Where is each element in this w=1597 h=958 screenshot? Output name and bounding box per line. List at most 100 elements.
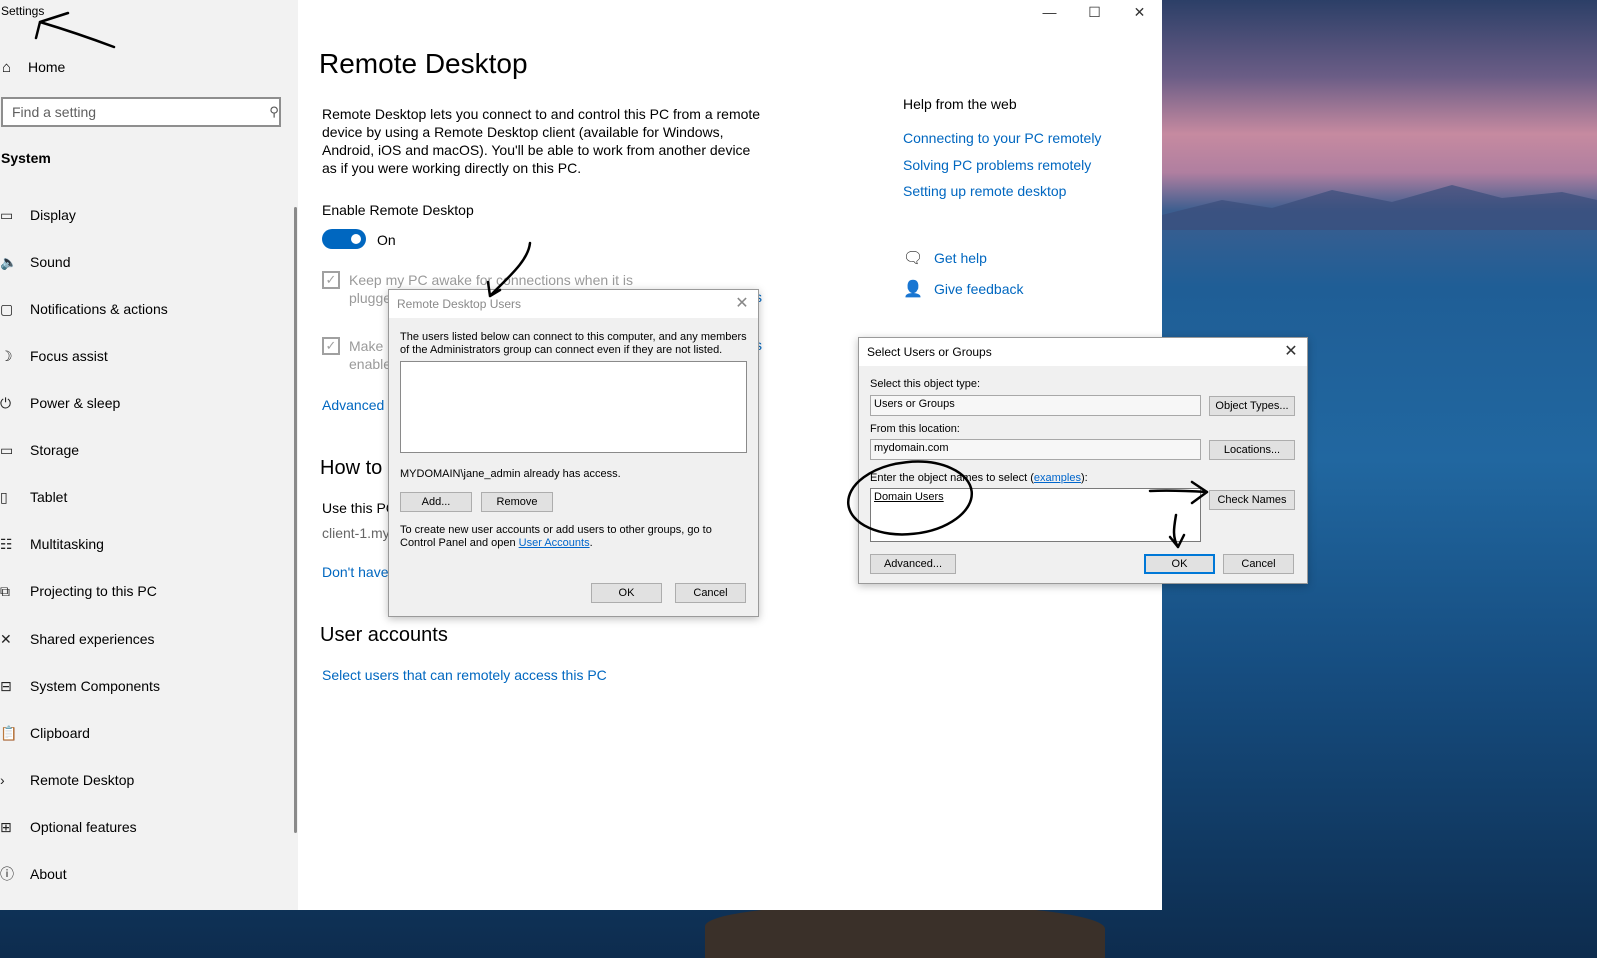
sidebar-item-sound[interactable]: 🔈 Sound (0, 251, 290, 273)
advanced-settings-link[interactable]: Advanced s (322, 397, 395, 413)
rdu-cancel-button[interactable]: Cancel (675, 583, 746, 603)
close-button[interactable]: ✕ (1117, 0, 1162, 24)
select-users-dialog: Select Users or Groups ✕ Select this obj… (858, 337, 1308, 584)
rdu-access-note: MYDOMAIN\jane_admin already has access. (400, 468, 621, 480)
select-users-link[interactable]: Select users that can remotely access th… (322, 667, 607, 683)
page-description: Remote Desktop lets you connect to and c… (322, 106, 761, 176)
sidebar-item-tablet[interactable]: ▯ Tablet (0, 486, 290, 508)
window-title: Settings (1, 4, 45, 18)
sidebar-item-focus-assist[interactable]: ☽ Focus assist (0, 345, 290, 367)
sidebar-item-label: Tablet (30, 489, 68, 505)
sidebar-item-storage[interactable]: ▭ Storage (0, 439, 290, 461)
chat-help-icon: 🗨 (903, 250, 924, 267)
sidebar-item-remote-desktop[interactable]: › Remote Desktop (0, 769, 290, 791)
sidebar-item-about[interactable]: ⓘ About (0, 863, 290, 885)
examples-link[interactable]: examples (1034, 472, 1081, 484)
discoverable-checkbox[interactable]: ✓ (322, 337, 340, 355)
sidebar-item-label: Multitasking (30, 536, 104, 552)
power-icon: ⏻ (0, 394, 12, 411)
names-label: Enter the object names to select (exampl… (870, 472, 1088, 485)
rdu-user-list[interactable] (400, 361, 747, 453)
page-title: Remote Desktop (319, 48, 528, 79)
sidebar: Settings ⌂ Home ⚲ System ▭ Display 🔈 Sound ▢… (0, 0, 298, 910)
sidebar-item-label: Notifications & actions (30, 301, 168, 317)
dont-have-link[interactable]: Don't have (322, 564, 389, 580)
home-icon: ⌂ (2, 58, 12, 76)
sidebar-item-label: Remote Desktop (30, 772, 135, 788)
rdu-footer-text: To create new user accounts or add users… (400, 524, 745, 550)
sidebar-item-label: Shared experiences (30, 631, 155, 647)
clipboard-icon: 📋 (0, 724, 18, 741)
keep-awake-checkbox[interactable]: ✓ (322, 271, 340, 289)
notification-icon: ▢ (0, 300, 14, 317)
remote-desktop-icon: › (0, 772, 5, 788)
sidebar-item-multitasking[interactable]: ☷ Multitasking (0, 533, 290, 555)
rdu-titlebar[interactable]: Remote Desktop Users ✕ (389, 290, 758, 318)
rdu-info-text: The users listed below can connect to th… (400, 331, 747, 356)
make-line1: Make (349, 338, 384, 354)
give-feedback-row[interactable]: 👤 Give feedback (903, 279, 1024, 299)
get-help-row[interactable]: 🗨 Get help (903, 248, 987, 268)
search-icon[interactable]: ⚲ (257, 104, 279, 120)
sidebar-item-notifications-actions[interactable]: ▢ Notifications & actions (0, 298, 290, 320)
sidebar-item-display[interactable]: ▭ Display (0, 204, 290, 226)
help-link-setting-up[interactable]: Setting up remote desktop (903, 183, 1066, 199)
use-this-pc-text: Use this PC (322, 500, 396, 516)
tablet-icon: ▯ (0, 488, 8, 505)
maximize-icon: ☐ (1088, 3, 1101, 20)
check-names-button[interactable]: Check Names (1209, 490, 1295, 510)
keep-awake-line1: Keep my PC awake for connections when it… (349, 272, 634, 288)
give-feedback-link[interactable]: Give feedback (934, 281, 1024, 297)
mountain-silhouette (1162, 185, 1597, 230)
minimize-button[interactable]: — (1027, 0, 1072, 24)
maximize-button[interactable]: ☐ (1072, 0, 1117, 24)
sidebar-item-power-sleep[interactable]: ⏻ Power & sleep (0, 392, 290, 414)
user-accounts-link[interactable]: User Accounts (519, 537, 590, 549)
help-link-solving[interactable]: Solving PC problems remotely (903, 157, 1091, 173)
search-box[interactable]: ⚲ (1, 97, 281, 127)
help-link-connecting[interactable]: Connecting to your PC remotely (903, 130, 1101, 146)
sug-close-icon[interactable]: ✕ (1281, 341, 1301, 361)
locations-button[interactable]: Locations... (1209, 440, 1295, 460)
object-types-button[interactable]: Object Types... (1209, 396, 1295, 416)
sidebar-item-label: Storage (30, 442, 80, 458)
sidebar-item-label: Projecting to this PC (30, 583, 157, 599)
sidebar-item-system-components[interactable]: ⊟ System Components (0, 675, 290, 697)
sug-cancel-button[interactable]: Cancel (1223, 554, 1294, 574)
feedback-icon: 👤 (903, 281, 923, 298)
search-input[interactable] (3, 103, 257, 121)
sidebar-home[interactable]: ⌂ Home (0, 57, 65, 77)
sidebar-item-optional-features[interactable]: ⊞ Optional features (0, 816, 290, 838)
rdu-footer-end: . (589, 537, 593, 549)
rdu-remove-button[interactable]: Remove (481, 492, 553, 512)
toggle-knob (351, 234, 361, 244)
toggle-state-label: On (377, 232, 396, 248)
moon-icon: ☽ (0, 347, 13, 364)
get-help-link[interactable]: Get help (934, 250, 987, 266)
names-label-prefix: Enter the object names to select ( (870, 472, 1034, 484)
sidebar-item-projecting-to-this-pc[interactable]: ⧉ Projecting to this PC (0, 580, 290, 602)
object-names-value: Domain Users (874, 491, 944, 503)
location-field: mydomain.com (870, 439, 1201, 460)
sidebar-item-shared-experiences[interactable]: ✕ Shared experiences (0, 628, 290, 650)
sidebar-item-label: System Components (30, 678, 160, 694)
sidebar-item-label: About (30, 866, 67, 882)
object-names-input[interactable]: Domain Users (870, 488, 1201, 542)
rdu-ok-button[interactable]: OK (591, 583, 662, 603)
components-icon: ⊟ (0, 677, 12, 694)
sug-advanced-button[interactable]: Advanced... (870, 554, 956, 574)
rdu-close-icon[interactable]: ✕ (732, 293, 752, 313)
display-icon: ▭ (0, 206, 14, 223)
info-icon: ⓘ (0, 866, 14, 882)
sug-titlebar[interactable]: Select Users or Groups ✕ (859, 338, 1307, 366)
sidebar-scrollbar[interactable] (294, 207, 297, 833)
home-label: Home (28, 59, 66, 75)
location-label: From this location: (870, 423, 960, 435)
sidebar-item-label: Focus assist (30, 348, 108, 364)
storage-icon: ▭ (0, 441, 14, 458)
enable-remote-desktop-toggle[interactable] (322, 229, 366, 249)
names-label-suffix: ): (1080, 472, 1088, 484)
sidebar-item-clipboard[interactable]: 📋 Clipboard (0, 722, 290, 744)
rdu-add-button[interactable]: Add... (400, 492, 472, 512)
sug-ok-button[interactable]: OK (1144, 554, 1215, 574)
